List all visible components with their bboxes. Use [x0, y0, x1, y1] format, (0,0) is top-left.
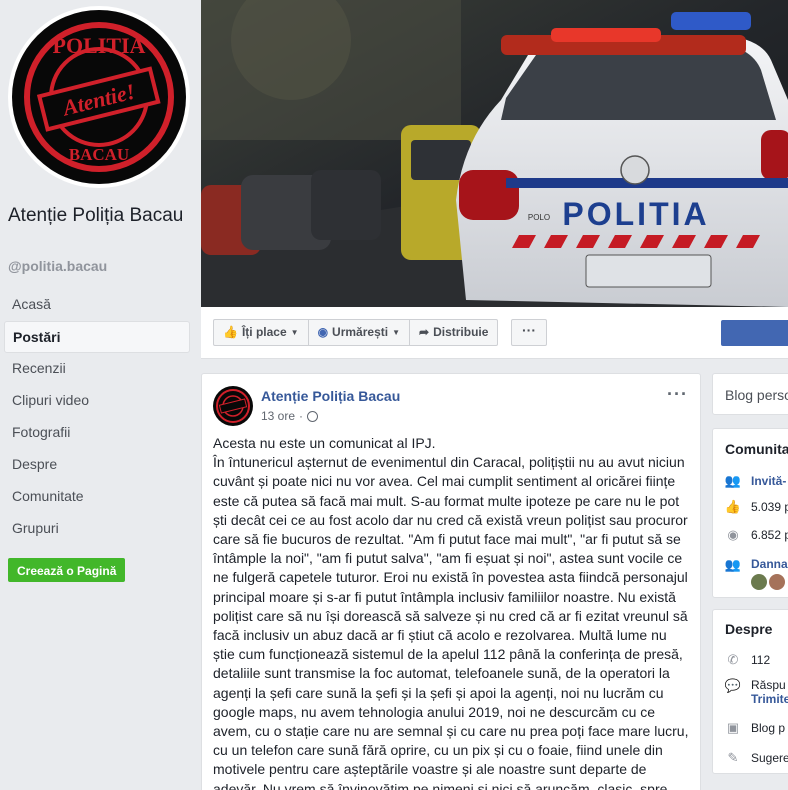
action-group: 👍 Îți place ▼ ◉ Urmărești ▼ ➦ Distribuie — [213, 319, 499, 346]
suggest-row[interactable]: ✎ Sugere — [725, 750, 788, 766]
more-options-button[interactable]: ··· — [511, 319, 547, 346]
nav-item-home[interactable]: Acasă — [4, 289, 190, 321]
meta-separator: · — [299, 409, 304, 423]
messenger-row: 💬 Răspu Trimite — [725, 678, 788, 706]
share-button[interactable]: ➦ Distribuie — [410, 320, 497, 345]
post-author-name[interactable]: Atenție Poliția Bacau — [261, 388, 400, 404]
page-nav: Acasă Postări Recenzii Clipuri video Fot… — [4, 289, 190, 545]
post-paragraph: În întunericul așternut de evenimentul d… — [213, 454, 689, 790]
thumbs-up-icon: 👍 — [724, 499, 742, 514]
about-card: Despre ✆ 112 💬 Răspu Trimite ▣ Blog p ✎ … — [712, 609, 788, 774]
post-meta: 13 ore · — [261, 409, 319, 423]
cover-car-small-text: POLO — [528, 213, 550, 222]
like-button[interactable]: 👍 Îți place ▼ — [214, 320, 309, 345]
post-card: Atenție Poliția Bacau 13 ore · ··· Acest… — [201, 373, 701, 790]
cover-photo[interactable]: POLITIA POLO — [201, 0, 788, 307]
category-icon: ▣ — [726, 720, 740, 735]
phone-number: 112 — [751, 653, 771, 667]
category-label: Blog perso — [725, 387, 788, 403]
globe-icon[interactable] — [307, 410, 319, 422]
page-handle[interactable]: @politia.bacau — [8, 258, 107, 274]
friends-row: 👥 Danna — [725, 557, 788, 593]
profile-picture[interactable]: POLITIA BACAU Atentie! — [8, 6, 190, 188]
suggest-link[interactable]: Sugere — [751, 751, 788, 765]
messenger-icon: 💬 — [724, 678, 742, 693]
nav-item-groups[interactable]: Grupuri — [4, 513, 190, 545]
create-page-button[interactable]: Creează o Pagină — [8, 558, 126, 582]
category-text[interactable]: Blog p — [751, 721, 785, 735]
phone-row: ✆ 112 — [725, 652, 771, 668]
post-author-avatar[interactable] — [213, 386, 253, 426]
community-card: Comunita 👥 Invită- 👍 5.039 p ◉ 6.852 p 👥… — [712, 428, 788, 598]
nav-item-posts[interactable]: Postări — [4, 321, 190, 353]
friend-avatar[interactable] — [769, 574, 785, 590]
nav-item-about[interactable]: Despre — [4, 449, 190, 481]
share-arrow-icon: ➦ — [419, 325, 430, 339]
nav-item-community[interactable]: Comunitate — [4, 481, 190, 513]
follow-label: Urmărești — [332, 325, 389, 339]
people-icon: 👥 — [724, 473, 742, 488]
reply-text: Răspu — [751, 678, 786, 692]
page-sidebar: POLITIA BACAU Atentie! Atenție Poliția B… — [0, 0, 200, 790]
pencil-icon: ✎ — [727, 750, 739, 765]
post-options-button[interactable]: ··· — [667, 384, 688, 405]
nav-item-videos[interactable]: Clipuri video — [4, 385, 190, 417]
like-label: Îți place — [241, 325, 287, 339]
follow-button[interactable]: ◉ Urmărești ▼ — [309, 320, 410, 345]
category-row: ▣ Blog p — [725, 720, 785, 736]
nav-item-reviews[interactable]: Recenzii — [4, 353, 190, 385]
logo-text-top: POLITIA — [53, 33, 146, 58]
people-icon: 👥 — [724, 557, 742, 572]
logo-stamp: POLITIA BACAU Atentie! — [12, 10, 186, 184]
page-action-bar: 👍 Îți place ▼ ◉ Urmărești ▼ ➦ Distribuie… — [201, 307, 788, 359]
primary-action-button[interactable] — [721, 320, 788, 346]
follows-row: ◉ 6.852 p — [725, 527, 788, 543]
community-title: Comunita — [725, 441, 788, 457]
post-paragraph: Acesta nu este un comunicat al IPJ. — [213, 435, 436, 451]
invite-link[interactable]: Invită- — [751, 474, 786, 488]
share-label: Distribuie — [433, 325, 489, 339]
likes-count: 5.039 p — [751, 500, 788, 514]
page-title[interactable]: Atenție Poliția Bacau — [8, 202, 193, 229]
post-text: Acesta nu este un comunicat al IPJ. În î… — [213, 434, 691, 790]
invite-row[interactable]: 👥 Invită- — [725, 473, 786, 489]
post-timestamp[interactable]: 13 ore — [261, 409, 295, 423]
follows-count: 6.852 p — [751, 528, 788, 542]
blog-category-card[interactable]: Blog perso — [712, 373, 788, 415]
thumbs-up-icon: 👍 — [223, 325, 238, 339]
rss-icon: ◉ — [727, 527, 739, 542]
phone-icon: ✆ — [727, 652, 739, 667]
chevron-down-icon: ▼ — [392, 328, 400, 337]
send-message-link[interactable]: Trimite — [751, 692, 788, 706]
rss-icon: ◉ — [317, 325, 329, 339]
likes-row: 👍 5.039 p — [725, 499, 788, 515]
about-title: Despre — [725, 621, 773, 637]
logo-text-bottom: BACAU — [69, 145, 129, 164]
nav-item-photos[interactable]: Fotografii — [4, 417, 190, 449]
friend-name[interactable]: Danna — [751, 557, 788, 571]
friend-avatar[interactable] — [751, 574, 767, 590]
cover-car-text: POLITIA — [562, 196, 709, 232]
chevron-down-icon: ▼ — [290, 328, 299, 337]
